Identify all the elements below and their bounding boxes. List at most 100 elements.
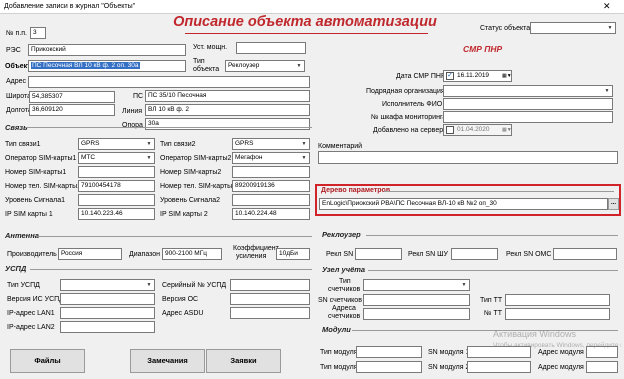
uspd-os-label: Версия ОС <box>162 296 199 303</box>
antenna-maker-label: Производитель <box>7 251 57 258</box>
meter-tt-field[interactable] <box>505 294 610 306</box>
recloser-sn-field[interactable] <box>355 248 402 260</box>
link-sim1-label: Номер SIM-карты1 <box>5 169 67 176</box>
antenna-range-label: Диапазон <box>129 251 161 258</box>
smr-org-label: Подрядная организация <box>366 88 445 95</box>
meter-type-label-2: счетчиков <box>328 286 361 293</box>
title-underline <box>185 33 428 34</box>
uspd-lan2-label: IP-адрес LAN2 <box>7 324 55 331</box>
chevron-down-icon: ▼ <box>301 141 307 147</box>
link-sim2-label: Номер SIM-карты2 <box>160 169 222 176</box>
link-ip1-field[interactable]: 10.140.223.46 <box>78 208 155 220</box>
meter-ntt-field[interactable] <box>505 308 610 320</box>
lon-field[interactable]: 36,609120 <box>29 104 115 116</box>
smr-date-checkbox[interactable]: ✓ <box>446 72 454 80</box>
calendar-dropdown-icon[interactable]: ▦▼ <box>502 71 511 81</box>
uspd-ver-field[interactable] <box>60 293 155 305</box>
link-op1-select[interactable]: МТС ▼ <box>78 152 155 164</box>
uspd-type-select[interactable]: ▼ <box>60 279 155 291</box>
link-type2-label: Тип связи2 <box>160 141 196 148</box>
uspd-asdu-field[interactable] <box>230 307 310 319</box>
ps-label: ПС <box>133 93 144 100</box>
link-type1-label: Тип связи1 <box>5 141 41 148</box>
res-field[interactable]: Прикокский <box>28 44 186 56</box>
status-select[interactable]: ▼ <box>530 22 616 34</box>
ps-field[interactable]: ПС 35/10 Песочная <box>145 90 310 102</box>
link-divider <box>26 127 312 128</box>
uspd-lan1-label: IP-адрес LAN1 <box>7 310 55 317</box>
meter-type-label-1: Тип <box>339 278 351 285</box>
module1-type-field[interactable] <box>356 346 422 358</box>
recloser-shu-field[interactable] <box>451 248 498 260</box>
address-field[interactable] <box>28 76 310 88</box>
antenna-gain-field[interactable]: 10дБи <box>276 248 310 260</box>
activation-watermark-title: Активация Windows <box>493 329 576 339</box>
object-field[interactable]: ПС Песочная ВЛ 10 кВ ф. 2 оп. 30а <box>28 60 186 72</box>
link-op1-label: Оператор SIM-карты1 <box>5 155 77 162</box>
smr-server-checkbox[interactable] <box>446 126 454 134</box>
recloser-omc-label: Рекл SN ОМС <box>506 251 552 258</box>
type-label-1: Тип <box>193 58 205 65</box>
chevron-down-icon: ▼ <box>604 88 610 94</box>
link-ip2-field[interactable]: 10.140.224.48 <box>232 208 310 220</box>
smr-date-field[interactable]: ✓ 16.11.2019 ▦▼ <box>443 70 512 82</box>
res-label: РЭС <box>6 47 21 54</box>
uspd-lan2-field[interactable] <box>60 321 155 333</box>
line-field[interactable]: ВЛ 10 кВ ф. 2 <box>145 104 310 116</box>
chevron-down-icon: ▼ <box>301 155 307 161</box>
link-sim2-field[interactable] <box>232 166 310 178</box>
link-sig2-field[interactable] <box>232 194 310 206</box>
uspd-serial-field[interactable] <box>230 279 310 291</box>
antenna-section-title: Антенна <box>5 231 39 240</box>
object-label: Объект <box>5 63 31 70</box>
link-sim1-field[interactable] <box>78 166 155 178</box>
meter-type-select[interactable]: ▼ <box>363 279 470 291</box>
link-type2-select[interactable]: GPRS ▼ <box>232 138 310 150</box>
smr-server-field[interactable]: 01.04.2020 ▦▼ <box>443 124 512 136</box>
link-type1-select[interactable]: GPRS ▼ <box>78 138 155 150</box>
object-type-select[interactable]: Реклоузер ▼ <box>225 60 305 72</box>
meter-addr-field[interactable] <box>363 308 470 320</box>
lat-label: Широта <box>6 93 31 100</box>
tree-title: Дерево параметров <box>321 187 391 194</box>
num-label: № п.п. <box>6 30 27 37</box>
smr-exec-field[interactable] <box>443 98 613 110</box>
close-icon[interactable]: ✕ <box>603 1 611 12</box>
uspd-os-field[interactable] <box>230 293 310 305</box>
link-sig2-label: Уровень Сигнала2 <box>160 197 221 204</box>
num-field[interactable]: 3 <box>30 27 46 39</box>
meter-sn-field[interactable] <box>363 294 470 306</box>
link-tel1-field[interactable]: 79100454178 <box>78 180 155 192</box>
link-op2-select[interactable]: Мегафон ▼ <box>232 152 310 164</box>
requests-button[interactable]: Заявки <box>206 349 281 373</box>
meter-addr-label-1: Адреса <box>332 305 356 312</box>
chevron-down-icon: ▼ <box>146 155 152 161</box>
smr-org-select[interactable]: ▼ <box>443 85 613 97</box>
antenna-range-field[interactable]: 900-2100 МГц <box>162 248 222 260</box>
uspd-ver-label: Версия ИС УСПД <box>7 296 64 303</box>
files-button[interactable]: Файлы <box>10 349 85 373</box>
link-sig1-field[interactable] <box>78 194 155 206</box>
chevron-down-icon: ▼ <box>296 63 302 69</box>
power-field[interactable] <box>236 42 306 54</box>
tree-browse-button[interactable]: ... <box>608 198 619 210</box>
modules-section-title: Модули <box>322 325 351 334</box>
module2-type-field[interactable] <box>356 361 422 373</box>
lat-field[interactable]: 54,385307 <box>29 91 115 103</box>
antenna-gain-label-1: Коэффициент <box>233 245 279 252</box>
comment-field[interactable] <box>318 151 618 164</box>
uspd-asdu-label: Адрес ASDU <box>162 310 204 317</box>
module2-sn-field[interactable] <box>467 361 531 373</box>
link-tel2-field[interactable]: 89200919136 <box>232 180 310 192</box>
calendar-dropdown-icon[interactable]: ▦▼ <box>502 125 511 135</box>
module2-addr-field[interactable] <box>586 361 618 373</box>
link-op2-label: Оператор SIM-карты2 <box>160 155 232 162</box>
tree-path-field[interactable]: EnLogic\Приокский РВА\ПС Песочная ВЛ-10 … <box>319 198 608 210</box>
pole-field[interactable]: 30а <box>145 118 310 130</box>
smr-cabinet-field[interactable] <box>443 111 613 123</box>
antenna-gain-label-2: усиления <box>236 253 267 260</box>
recloser-omc-field[interactable] <box>553 248 617 260</box>
remarks-button[interactable]: Замечания <box>130 349 205 373</box>
antenna-maker-field[interactable]: Россия <box>58 248 122 260</box>
uspd-lan1-field[interactable] <box>60 307 155 319</box>
